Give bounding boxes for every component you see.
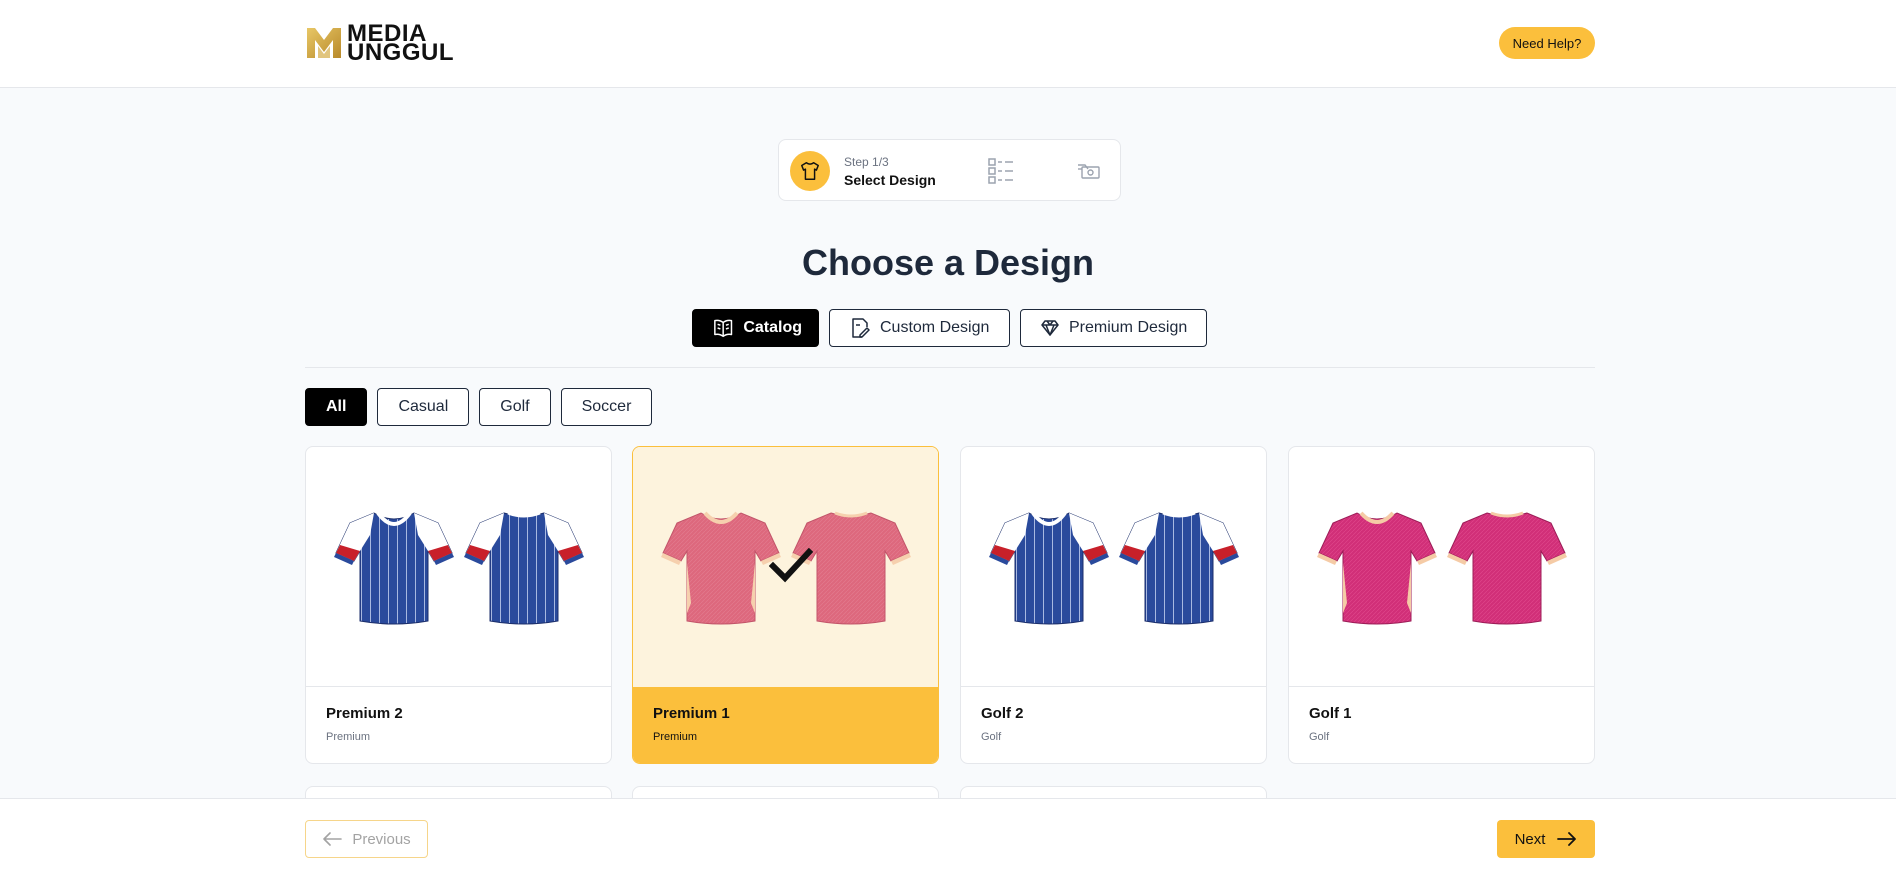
jersey-preview [654, 500, 918, 634]
top-header: MEDIA UNGGUL Need Help? [0, 0, 1896, 88]
edit-document-icon [852, 318, 870, 338]
tab-custom-design[interactable]: Custom Design [829, 309, 1010, 347]
design-image-area [306, 447, 611, 687]
step-counter: Step 1/3 [844, 155, 889, 169]
jersey-front-image [333, 511, 454, 624]
jersey-preview [981, 499, 1246, 634]
filter-golf[interactable]: Golf [479, 388, 551, 426]
jersey-preview [1309, 499, 1574, 634]
tab-catalog-label: Catalog [743, 319, 802, 336]
jersey-back-image [463, 511, 584, 624]
need-help-button[interactable]: Need Help? [1499, 27, 1595, 59]
filter-all[interactable]: All [305, 388, 368, 426]
step-title: Select Design [844, 172, 936, 188]
design-image-area [961, 447, 1266, 687]
step-1-indicator [790, 151, 830, 191]
next-label: Next [1514, 830, 1546, 848]
design-card-premium-1[interactable]: Premium 1 Premium [632, 446, 939, 764]
filter-casual[interactable]: Casual [377, 388, 470, 426]
page-title: Choose a Design [801, 242, 1095, 283]
jersey-front-image [660, 511, 781, 625]
filter-soccer[interactable]: Soccer [560, 388, 653, 426]
payment-icon [1078, 164, 1100, 179]
design-name: Premium 2 [326, 705, 403, 722]
design-name: Premium 1 [653, 705, 730, 722]
logo-mark-icon [307, 28, 341, 58]
design-category: Golf [1309, 731, 1330, 743]
jersey-preview [326, 499, 591, 634]
design-image-area [1289, 447, 1594, 687]
selected-card-footer [633, 687, 938, 763]
design-card-golf-1[interactable]: Golf 1 Golf [1288, 446, 1595, 764]
step-progress: Step 1/3 Select Design [778, 139, 1121, 201]
previous-button[interactable]: Previous [305, 820, 428, 858]
wizard-footer: Previous Next [0, 798, 1896, 872]
book-icon [714, 319, 733, 338]
design-name: Golf 1 [1309, 705, 1352, 722]
design-name: Golf 2 [981, 705, 1024, 722]
tab-custom-design-label: Custom Design [880, 319, 990, 336]
tshirt-icon [801, 162, 819, 180]
design-category: Premium [326, 731, 371, 743]
section-divider [305, 367, 1595, 368]
design-card-premium-2[interactable]: Premium 2 Premium [305, 446, 612, 764]
design-image-area [633, 447, 938, 687]
design-type-tabs: Catalog Custom Design Premium Design [692, 309, 1207, 347]
design-category: Premium [653, 731, 698, 743]
jersey-back-image [1118, 511, 1239, 624]
checkmark-icon [768, 548, 813, 583]
diamond-icon [1041, 320, 1059, 336]
arrow-right-icon [1557, 832, 1577, 846]
jersey-front-image [1316, 511, 1437, 624]
tab-premium-design-label: Premium Design [1069, 319, 1188, 336]
tab-premium-design[interactable]: Premium Design [1020, 309, 1207, 347]
arrow-left-icon [323, 832, 343, 846]
design-category: Golf [981, 731, 1002, 743]
tab-catalog[interactable]: Catalog [692, 309, 819, 347]
jersey-front-image [988, 511, 1109, 624]
logo-text-line2: UNGGUL [347, 39, 454, 66]
jersey-back-image [1446, 511, 1567, 624]
previous-label: Previous [352, 830, 411, 848]
list-details-icon [988, 158, 1013, 184]
design-card-golf-2[interactable]: Golf 2 Golf [960, 446, 1267, 764]
media-unggul-logo[interactable]: MEDIA UNGGUL [305, 22, 454, 66]
next-button[interactable]: Next [1497, 820, 1595, 858]
category-filters: All Casual Golf Soccer [305, 388, 653, 426]
